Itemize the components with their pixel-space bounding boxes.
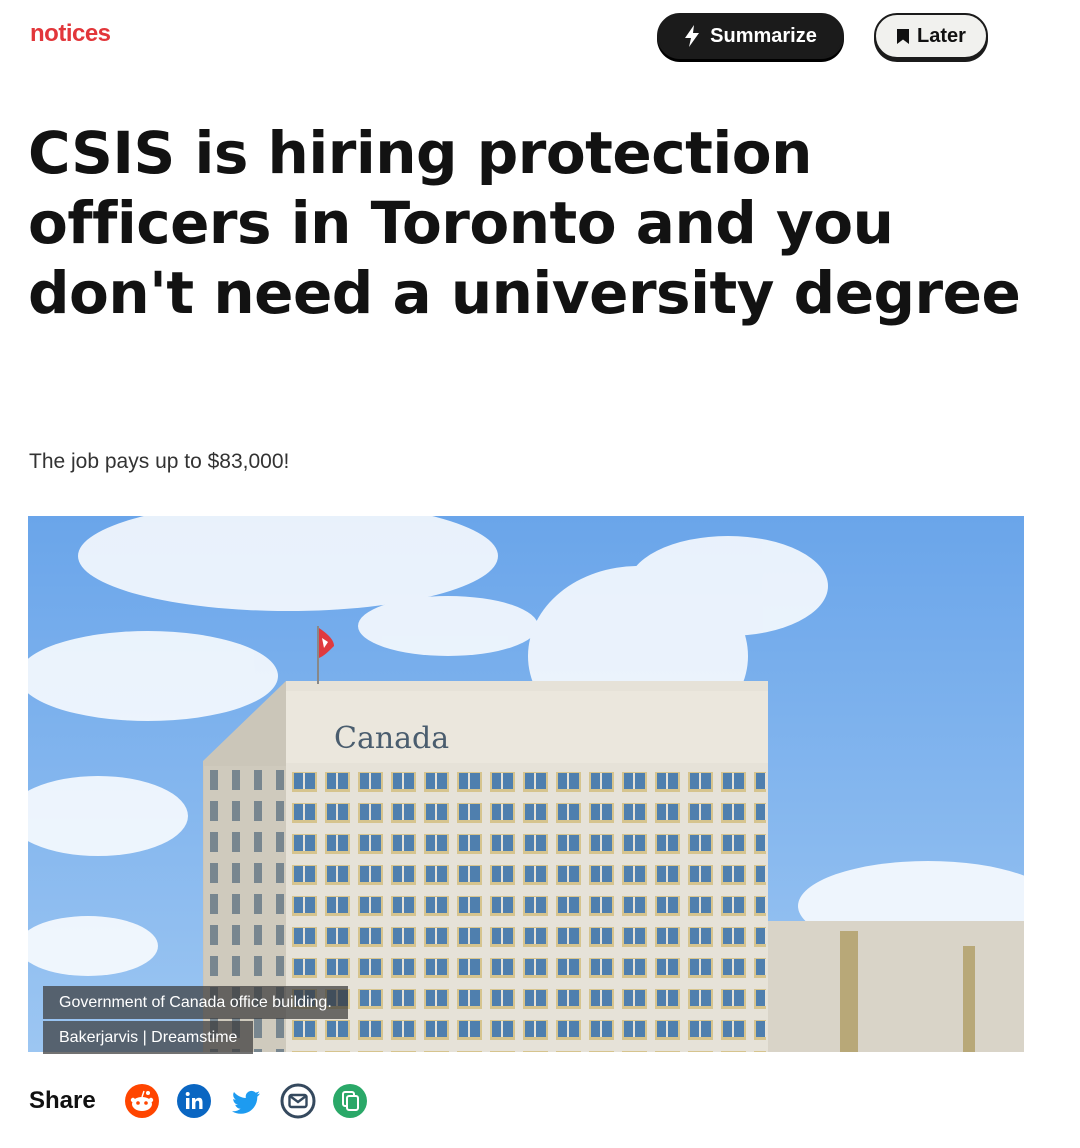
read-later-button[interactable]: Later — [874, 13, 988, 59]
linkedin-icon[interactable] — [176, 1083, 212, 1119]
lightning-icon — [684, 25, 700, 47]
article-hero-image: Canada — [28, 516, 1024, 1052]
image-caption: Government of Canada office building. — [43, 986, 348, 1019]
reddit-icon[interactable] — [124, 1083, 160, 1119]
twitter-icon[interactable] — [228, 1083, 264, 1119]
site-logo[interactable]: notices — [30, 20, 111, 48]
summarize-button[interactable]: Summarize — [657, 13, 844, 59]
building-sign-text: Canada — [334, 721, 449, 756]
bookmark-icon — [896, 28, 910, 45]
top-bar: notices Summarize Later — [0, 0, 1080, 70]
later-label: Later — [917, 24, 966, 47]
summarize-label: Summarize — [710, 24, 817, 47]
share-bar: Share — [29, 1080, 384, 1122]
article-headline: CSIS is hiring protection officers in To… — [28, 119, 1021, 327]
share-label: Share — [29, 1087, 96, 1114]
email-icon[interactable] — [280, 1083, 316, 1119]
copy-link-icon[interactable] — [332, 1083, 368, 1119]
article-subheading: The job pays up to $83,000! — [29, 450, 290, 473]
image-credit: Bakerjarvis | Dreamstime — [43, 1021, 254, 1054]
